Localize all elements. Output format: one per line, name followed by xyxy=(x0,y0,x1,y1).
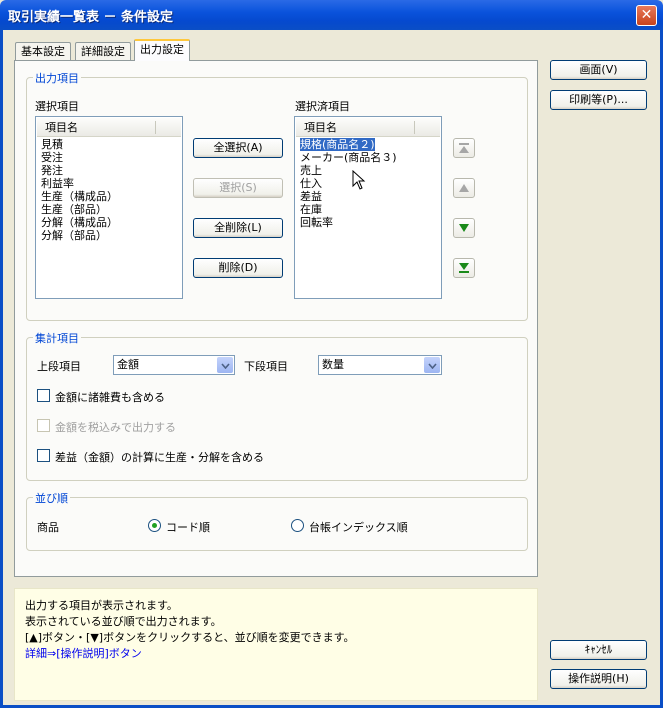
upper-item-value: 金額 xyxy=(117,358,139,371)
column-divider[interactable] xyxy=(155,121,156,134)
move-top-button[interactable] xyxy=(453,138,475,158)
sort-by-code-label[interactable]: コード順 xyxy=(166,519,210,535)
include-misc-expense-label[interactable]: 金額に諸雑費も含める xyxy=(55,389,165,405)
list-item[interactable]: 生産（部品） xyxy=(41,203,181,216)
list-item[interactable]: 在庫 xyxy=(300,203,440,216)
print-button[interactable]: 印刷等(P)... xyxy=(550,90,647,110)
move-down-button[interactable] xyxy=(453,218,475,238)
upper-item-select[interactable]: 金額 xyxy=(113,355,235,375)
window-frame-left xyxy=(0,30,3,708)
list-item[interactable]: 差益 xyxy=(300,190,440,203)
help-text-line: 出力する項目が表示されます。 xyxy=(25,599,178,612)
include-production-checkbox[interactable] xyxy=(37,449,50,462)
select-all-button[interactable]: 全選択(A) xyxy=(193,138,283,158)
tab-label: 基本設定 xyxy=(21,45,65,58)
sort-order-group-label: 並び順 xyxy=(33,490,70,506)
move-up-button[interactable] xyxy=(453,178,475,198)
lower-item-label: 下段項目 xyxy=(244,360,288,373)
chevron-down-icon xyxy=(220,363,230,370)
sort-field-label: 商品 xyxy=(37,521,59,534)
list-item[interactable]: 生産（構成品） xyxy=(41,190,181,203)
tab-label: 詳細設定 xyxy=(81,45,125,58)
list-item[interactable]: 仕入 xyxy=(300,177,440,190)
cancel-button[interactable]: ｷｬﾝｾﾙ xyxy=(550,640,647,660)
help-button[interactable]: 操作説明(H) xyxy=(550,669,647,689)
screen-button[interactable]: 画面(V) xyxy=(550,60,647,80)
list-item[interactable]: メーカー(商品名３) xyxy=(300,151,440,164)
selected-items-label: 選択済項目 xyxy=(295,100,350,113)
move-bottom-button[interactable] xyxy=(453,258,475,278)
tab-output-settings[interactable]: 出力設定 xyxy=(134,39,190,61)
delete-button[interactable]: 削除(D) xyxy=(193,258,283,278)
radio-selected-dot xyxy=(152,523,157,528)
aggregate-items-group: 集計項目 上段項目 金額 下段項目 数量 金額に諸雑費も含める 金額を税込みで出… xyxy=(26,330,528,481)
available-items-label: 選択項目 xyxy=(35,100,79,113)
lower-dropdown-button[interactable] xyxy=(424,357,440,373)
sort-by-index-label[interactable]: 台帳インデックス順 xyxy=(309,519,408,535)
list-item-selected[interactable]: 規格(商品名２) xyxy=(299,137,440,152)
available-items-list[interactable]: 項目名 見積 受注 発注 利益率 生産（構成品） 生産（部品） 分解（構成品） … xyxy=(35,116,183,299)
output-items-group: 出力項目 選択項目 項目名 見積 受注 発注 利益率 生産（構成品） 生産（部品… xyxy=(26,70,528,321)
list-item[interactable]: 見積 xyxy=(41,138,181,151)
selected-list-header[interactable]: 項目名 xyxy=(296,118,440,137)
move-up-icon xyxy=(459,184,469,192)
close-icon: ✕ xyxy=(640,7,653,23)
include-misc-expense-checkbox[interactable] xyxy=(37,389,50,402)
help-detail-link[interactable]: 詳細⇒[操作説明]ボタン xyxy=(25,645,142,661)
sort-by-index-radio[interactable] xyxy=(291,519,304,532)
help-text-line: [▲]ボタン・[▼]ボタンをクリックすると、並び順を変更できます。 xyxy=(25,631,355,644)
upper-dropdown-button[interactable] xyxy=(217,357,233,373)
column-header-item-name: 項目名 xyxy=(45,121,78,134)
lower-item-select[interactable]: 数量 xyxy=(318,355,442,375)
tab-panel-output: 出力項目 選択項目 項目名 見積 受注 発注 利益率 生産（構成品） 生産（部品… xyxy=(14,60,538,577)
help-text-line: 表示されている並び順で出力されます。 xyxy=(25,615,222,628)
title-bar: 取引実績一覧表 － 条件設定 ✕ xyxy=(0,0,663,30)
close-button[interactable]: ✕ xyxy=(636,5,657,26)
sort-order-group: 並び順 商品 コード順 台帳インデックス順 xyxy=(26,490,528,551)
output-items-group-label: 出力項目 xyxy=(33,70,81,86)
list-item[interactable]: 受注 xyxy=(41,151,181,164)
list-item[interactable]: 分解（構成品） xyxy=(41,216,181,229)
sort-by-code-radio[interactable] xyxy=(148,519,161,532)
tax-inclusive-checkbox[interactable] xyxy=(37,419,50,432)
list-item-text: 規格(商品名２) xyxy=(299,137,376,152)
selected-items-list[interactable]: 項目名 規格(商品名２) メーカー(商品名３) 売上 仕入 差益 在庫 回転率 xyxy=(294,116,442,299)
list-item[interactable]: 売上 xyxy=(300,164,440,177)
chevron-down-icon xyxy=(427,363,437,370)
select-button[interactable]: 選択(S) xyxy=(193,178,283,198)
list-item[interactable]: 発注 xyxy=(41,164,181,177)
aggregate-group-label: 集計項目 xyxy=(33,330,81,346)
move-down-icon xyxy=(459,224,469,232)
list-item[interactable]: 分解（部品） xyxy=(41,229,181,242)
window-title: 取引実績一覧表 － 条件設定 xyxy=(8,10,174,25)
mouse-cursor-icon xyxy=(352,170,366,190)
column-header-item-name: 項目名 xyxy=(304,121,337,134)
list-item[interactable]: 利益率 xyxy=(41,177,181,190)
delete-all-button[interactable]: 全削除(L) xyxy=(193,218,283,238)
list-item[interactable]: 回転率 xyxy=(300,216,440,229)
column-divider[interactable] xyxy=(414,121,415,134)
upper-item-label: 上段項目 xyxy=(37,360,81,373)
available-list-header[interactable]: 項目名 xyxy=(37,118,181,137)
move-top-icon xyxy=(459,143,469,153)
help-panel: 出力する項目が表示されます。 表示されている並び順で出力されます。 [▲]ボタン… xyxy=(14,588,538,701)
tab-label: 出力設定 xyxy=(140,43,184,56)
move-bottom-icon xyxy=(459,263,469,273)
tab-basic-settings[interactable]: 基本設定 xyxy=(15,42,71,60)
include-production-label[interactable]: 差益（金額）の計算に生産・分解を含める xyxy=(55,449,264,465)
tab-detail-settings[interactable]: 詳細設定 xyxy=(75,42,131,60)
tax-inclusive-label[interactable]: 金額を税込みで出力する xyxy=(55,419,176,435)
lower-item-value: 数量 xyxy=(322,358,344,371)
